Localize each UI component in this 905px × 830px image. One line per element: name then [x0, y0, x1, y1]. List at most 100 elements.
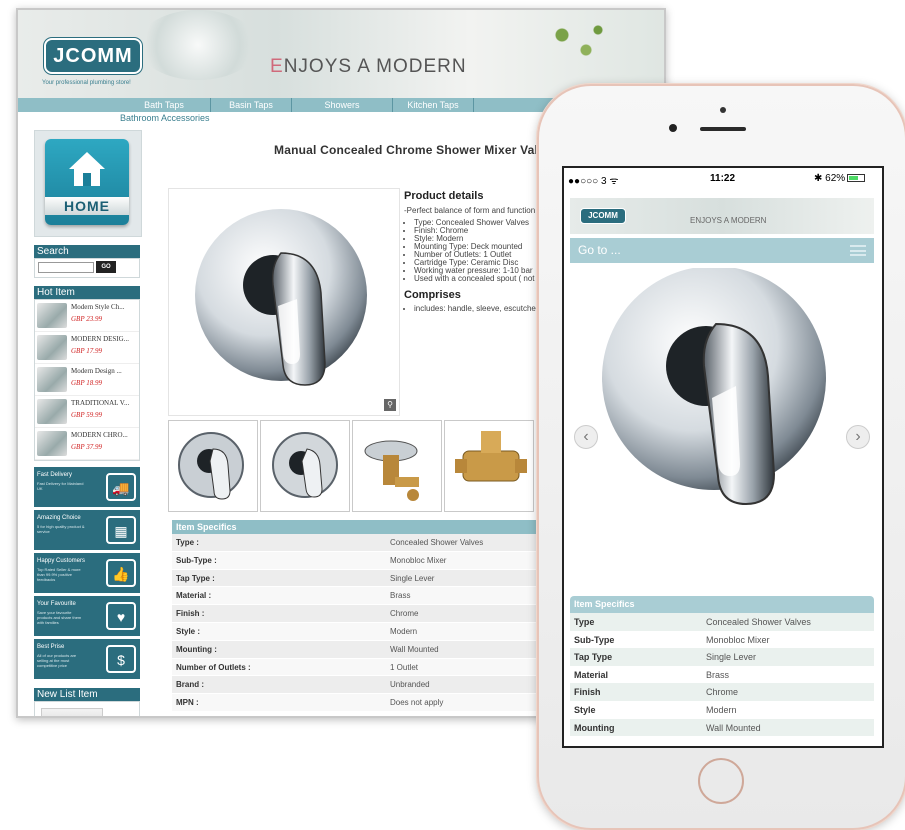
hot-item-thumbnail[interactable]	[37, 367, 67, 392]
nav-kitchen-taps[interactable]: Kitchen Taps	[393, 98, 474, 112]
hot-item[interactable]: TRADITIONAL V... GBP 59.99	[35, 396, 139, 428]
banner-headline-accent: E	[270, 56, 284, 77]
promo-title: Fast Delivery	[37, 472, 73, 478]
hot-item-thumbnail[interactable]	[37, 431, 67, 456]
promo-happy-customers: Happy Customers Top Rated Seller & more t…	[34, 553, 140, 594]
chevron-right-icon[interactable]: ›	[846, 425, 870, 449]
nav-showers[interactable]: Showers	[292, 98, 393, 112]
mobile-specs-heading: Item Specifics	[570, 596, 874, 613]
hot-item-thumbnail[interactable]	[37, 335, 67, 360]
hot-item-name[interactable]: Modern Design ...	[71, 367, 137, 375]
spec-value: Brass	[706, 669, 730, 680]
status-bar: ●●○○○ 3 ᯤ 11:22 ✱ 62%	[564, 168, 882, 188]
hot-item[interactable]: MODERN CHRO... GBP 37.99	[35, 428, 139, 460]
phone-earpiece	[700, 127, 746, 131]
table-row: Material Brass	[570, 665, 874, 684]
hot-item-thumbnail[interactable]	[37, 399, 67, 424]
house-icon	[69, 152, 105, 186]
spec-value: Brass	[390, 591, 411, 601]
table-row: Tap Type Single Lever	[570, 648, 874, 666]
battery-icon	[847, 174, 865, 182]
hot-item-thumbnail[interactable]	[37, 303, 67, 328]
nav-bath-taps[interactable]: Bath Taps	[118, 98, 211, 112]
promo-fast-delivery: Fast Delivery Fast Delivery for Mainland …	[34, 467, 140, 508]
hot-item-name[interactable]: Modern Style Ch...	[71, 303, 137, 311]
goto-label: Go to ...	[578, 243, 621, 257]
hot-item-name[interactable]: TRADITIONAL V...	[71, 399, 137, 407]
spec-value: Wall Mounted	[706, 722, 761, 733]
spec-value: Single Lever	[390, 573, 435, 583]
table-row: Finish Chrome	[570, 683, 874, 701]
nav-basin-taps[interactable]: Basin Taps	[211, 98, 292, 112]
new-list-thumbnail[interactable]	[41, 708, 103, 716]
hamburger-menu-icon[interactable]	[850, 245, 866, 256]
zoom-icon[interactable]: ⚲	[384, 399, 396, 411]
phone-home-button[interactable]	[698, 758, 744, 804]
thumbnail-2[interactable]	[260, 420, 350, 512]
table-row: Sub-Type Monobloc Mixer	[570, 630, 874, 649]
store-icon: ▦	[106, 516, 136, 544]
site-tagline: Your professional plumbing store!	[42, 80, 131, 86]
search-input[interactable]	[38, 262, 94, 273]
promo-title: Your Favourite	[37, 601, 76, 607]
home-box: HOME	[34, 130, 142, 237]
banner-headline-rest: NJOYS A MODERN	[283, 56, 467, 77]
mobile-logo[interactable]: JCOMM	[580, 208, 626, 224]
thumbnail-3[interactable]	[352, 420, 442, 512]
spec-key: Sub-Type :	[176, 555, 217, 565]
promo-title: Best Prise	[37, 644, 65, 650]
promo-your-favourite: Your Favourite Save your favourite produc…	[34, 596, 140, 637]
mobile-item-specifics: Item Specifics Type Concealed Shower Valv…	[570, 596, 874, 737]
site-banner: JCOMM Your professional plumbing store! …	[18, 10, 664, 98]
hot-item-price: GBP 17.99	[71, 347, 102, 355]
hot-item[interactable]: Modern Design ... GBP 18.99	[35, 364, 139, 396]
spec-value: Unbranded	[390, 680, 430, 690]
mobile-product-image[interactable]	[570, 266, 874, 588]
spec-key: MPN :	[176, 698, 199, 708]
spec-key: Tap Type	[574, 652, 613, 663]
hot-item-price: GBP 59.99	[71, 411, 102, 419]
spec-key: Tap Type :	[176, 573, 215, 583]
thumbnail-4[interactable]	[444, 420, 534, 512]
mobile-nav-select[interactable]: Go to ...	[570, 238, 874, 263]
site-logo[interactable]: JCOMM	[44, 38, 142, 74]
spec-value: Monobloc Mixer	[390, 555, 447, 565]
hot-item-name[interactable]: MODERN CHRO...	[71, 431, 137, 439]
battery-level	[849, 176, 858, 180]
phone-screen: ●●○○○ 3 ᯤ 11:22 ✱ 62% JCOMM ENJOYS A MOD…	[562, 166, 884, 748]
spec-key: Style :	[176, 626, 201, 636]
main-product-image[interactable]	[168, 188, 400, 416]
spec-value: Modern	[706, 704, 737, 715]
new-list-heading: New List Item	[34, 688, 140, 701]
bluetooth-battery-percent: ✱ 62%	[814, 173, 846, 184]
hot-item-price: GBP 37.99	[71, 443, 102, 451]
chevron-left-icon[interactable]: ‹	[574, 425, 598, 449]
promo-best-prise: Best Prise All of our products are sellin…	[34, 639, 140, 680]
signal-carrier: ●●○○○ 3 ᯤ	[568, 176, 619, 187]
spec-key: Type	[574, 617, 595, 627]
hot-item[interactable]: MODERN DESIG... GBP 17.99	[35, 332, 139, 364]
promo-subtitle: Save your favourite products and share t…	[37, 610, 82, 625]
hot-item-price: GBP 18.99	[71, 379, 102, 387]
mobile-banner: JCOMM ENJOYS A MODERN	[570, 198, 874, 234]
spec-key: Brand :	[176, 680, 204, 690]
money-hand-icon: $	[106, 645, 136, 673]
banner-headline: ENJOYS A MODERN	[270, 56, 467, 78]
spec-key: Mounting	[574, 722, 615, 733]
nav-bathroom-accessories[interactable]: Bathroom Accessories	[120, 113, 210, 123]
hot-item-name[interactable]: MODERN DESIG...	[71, 335, 137, 343]
hot-item[interactable]: Modern Style Ch... GBP 23.99	[35, 300, 139, 332]
search-go-button[interactable]: GO	[96, 261, 116, 273]
home-button[interactable]: HOME	[45, 139, 129, 225]
thumbnail-1[interactable]	[168, 420, 258, 512]
thumbnail-brass-body-image	[455, 431, 527, 482]
new-list-box	[34, 701, 140, 716]
spec-value: Concealed Shower Valves	[390, 538, 484, 547]
home-label: HOME	[45, 197, 129, 215]
table-row: Style Modern	[570, 700, 874, 719]
promo-list: Fast Delivery Fast Delivery for Mainland …	[34, 467, 140, 680]
phone-sensor-icon	[720, 107, 726, 113]
promo-amazing-choice: Amazing Choice 5 for high quality product…	[34, 510, 140, 551]
hot-item-list: Modern Style Ch... GBP 23.99 MODERN DESIG…	[34, 299, 140, 461]
table-row: Mounting Wall Mounted	[570, 718, 874, 737]
